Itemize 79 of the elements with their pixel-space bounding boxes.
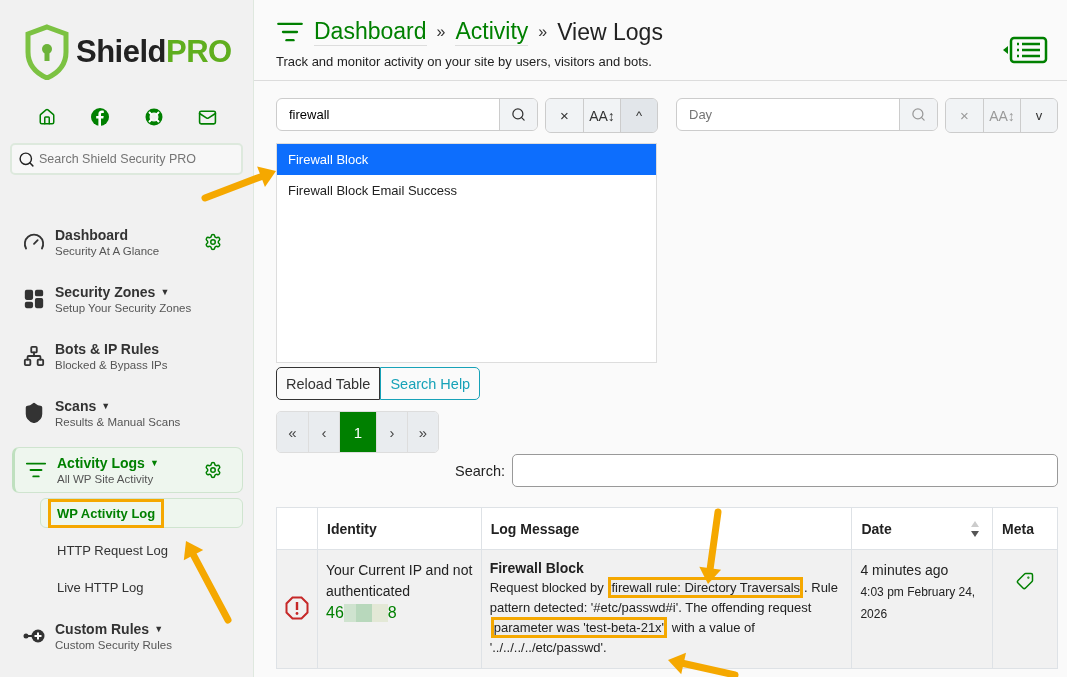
filter-field[interactable]: firewall xyxy=(276,98,538,131)
table-search-field[interactable] xyxy=(512,454,1058,487)
nav-item[interactable]: Custom Rules ▼ Custom Security Rules xyxy=(12,613,243,659)
search-field[interactable]: Search Shield Security PRO xyxy=(10,143,243,175)
log-message: Request blocked by firewall rule: Directory Traversals . Rule pattern detected: '#etc/passwd#i'. The offending request parameter was 'test-beta-21x' with a value of '../../../../etc/passwd'. xyxy=(489,579,839,657)
dropdown-toggle-button[interactable]: ^ xyxy=(620,99,657,132)
page-button[interactable]: « xyxy=(277,412,308,452)
breadcrumb-separator: » xyxy=(538,23,548,41)
home-icon[interactable] xyxy=(38,108,56,126)
list-toggle-icon[interactable] xyxy=(1002,36,1048,64)
lifebuoy-icon[interactable] xyxy=(144,108,163,126)
tag-icon[interactable] xyxy=(1016,572,1034,590)
caret-icon: ▼ xyxy=(154,624,164,634)
ip-address-end: 8 xyxy=(387,603,397,623)
log-title: Firewall Block xyxy=(489,560,585,576)
filter-field[interactable]: Day xyxy=(676,98,938,131)
layout-icon xyxy=(23,288,45,310)
nav-title: Bots & IP Rules xyxy=(55,341,159,357)
nav-item[interactable]: Bots & IP Rules Blocked & Bypass IPs xyxy=(12,333,243,379)
nav-title: Dashboard xyxy=(55,227,129,243)
facebook-icon[interactable] xyxy=(91,108,110,126)
page-button[interactable]: » xyxy=(407,412,438,452)
nav-subtitle: Custom Security Rules xyxy=(55,639,173,651)
nav-subtitle: Security At A Glance xyxy=(55,245,161,257)
page-button[interactable]: 1 xyxy=(339,412,376,452)
relative-time: 4 minutes ago xyxy=(860,561,950,580)
filter-input[interactable]: firewall xyxy=(277,99,499,130)
sort-icon xyxy=(970,520,981,538)
dropdown-option[interactable]: Firewall Block xyxy=(277,144,656,175)
nav-item[interactable]: Security Zones ▼ Setup Your Security Zones xyxy=(12,276,243,322)
nav-subtitle: Results & Manual Scans xyxy=(55,416,182,428)
shield-icon xyxy=(23,402,45,424)
submenu-item[interactable]: HTTP Request Log xyxy=(10,535,243,565)
nav-subtitle: All WP Site Activity xyxy=(57,473,155,485)
dropdown-toggle-button[interactable]: v xyxy=(1020,99,1057,132)
nav-subtitle: Setup Your Security Zones xyxy=(55,302,193,314)
date-text: 4:03 pm February 24, 2026 xyxy=(860,584,977,623)
nav-title: Security Zones xyxy=(55,284,156,300)
page-subtitle: Track and monitor activity on your site by users, visitors and bots. xyxy=(276,54,653,69)
breadcrumb-link[interactable]: Dashboard xyxy=(314,18,427,46)
settings-icon[interactable] xyxy=(204,233,222,251)
mail-icon[interactable] xyxy=(198,108,217,127)
breadcrumb-current[interactable]: View Logs xyxy=(557,18,663,46)
search-icon[interactable] xyxy=(499,99,537,130)
nav-title: Activity Logs xyxy=(57,455,145,471)
column-header: Identity xyxy=(317,507,482,550)
network-icon xyxy=(23,345,45,367)
caret-icon: ▼ xyxy=(149,458,159,468)
page-button[interactable]: ‹ xyxy=(308,412,339,452)
column-header: Meta xyxy=(992,507,1058,550)
nav-title: Scans xyxy=(55,398,97,414)
nav-title: Custom Rules xyxy=(55,621,150,637)
search-label: Search: xyxy=(455,462,505,479)
nav-item[interactable]: Scans ▼ Results & Manual Scans xyxy=(12,390,243,436)
nav-subtitle: Blocked & Bypass IPs xyxy=(55,359,169,371)
breadcrumb-separator: » xyxy=(436,23,446,41)
reload-button[interactable]: Reload Table xyxy=(276,367,381,400)
page-button[interactable]: › xyxy=(376,412,407,452)
caret-icon: ▼ xyxy=(101,401,111,411)
nav-item[interactable]: Dashboard Security At A Glance xyxy=(12,219,243,265)
search-input[interactable]: Search Shield Security PRO xyxy=(39,152,235,166)
annotation-arrow xyxy=(668,652,739,677)
shield-logo-icon xyxy=(24,24,70,80)
blurred-ip-drawing xyxy=(343,603,388,622)
logo-text: ShieldPRO xyxy=(76,34,232,70)
settings-icon[interactable] xyxy=(204,461,222,479)
column-header[interactable]: Date xyxy=(851,507,993,550)
filter-input[interactable]: Day xyxy=(677,99,899,130)
submenu-item[interactable]: WP Activity Log xyxy=(40,498,243,528)
caret-icon: ▼ xyxy=(160,287,170,297)
ip-address-start: 46 xyxy=(326,603,344,623)
search-icon xyxy=(18,150,35,168)
plus-node-icon xyxy=(23,628,45,644)
error-icon xyxy=(285,595,309,620)
nav-item[interactable]: Activity Logs ▼ All WP Site Activity xyxy=(12,447,243,493)
identity-text: Your Current IP and not authenticated xyxy=(326,561,473,601)
column-header: Log Message xyxy=(481,507,852,550)
submenu-item[interactable]: Live HTTP Log xyxy=(10,572,243,602)
breadcrumb-link[interactable]: Activity xyxy=(455,18,529,46)
